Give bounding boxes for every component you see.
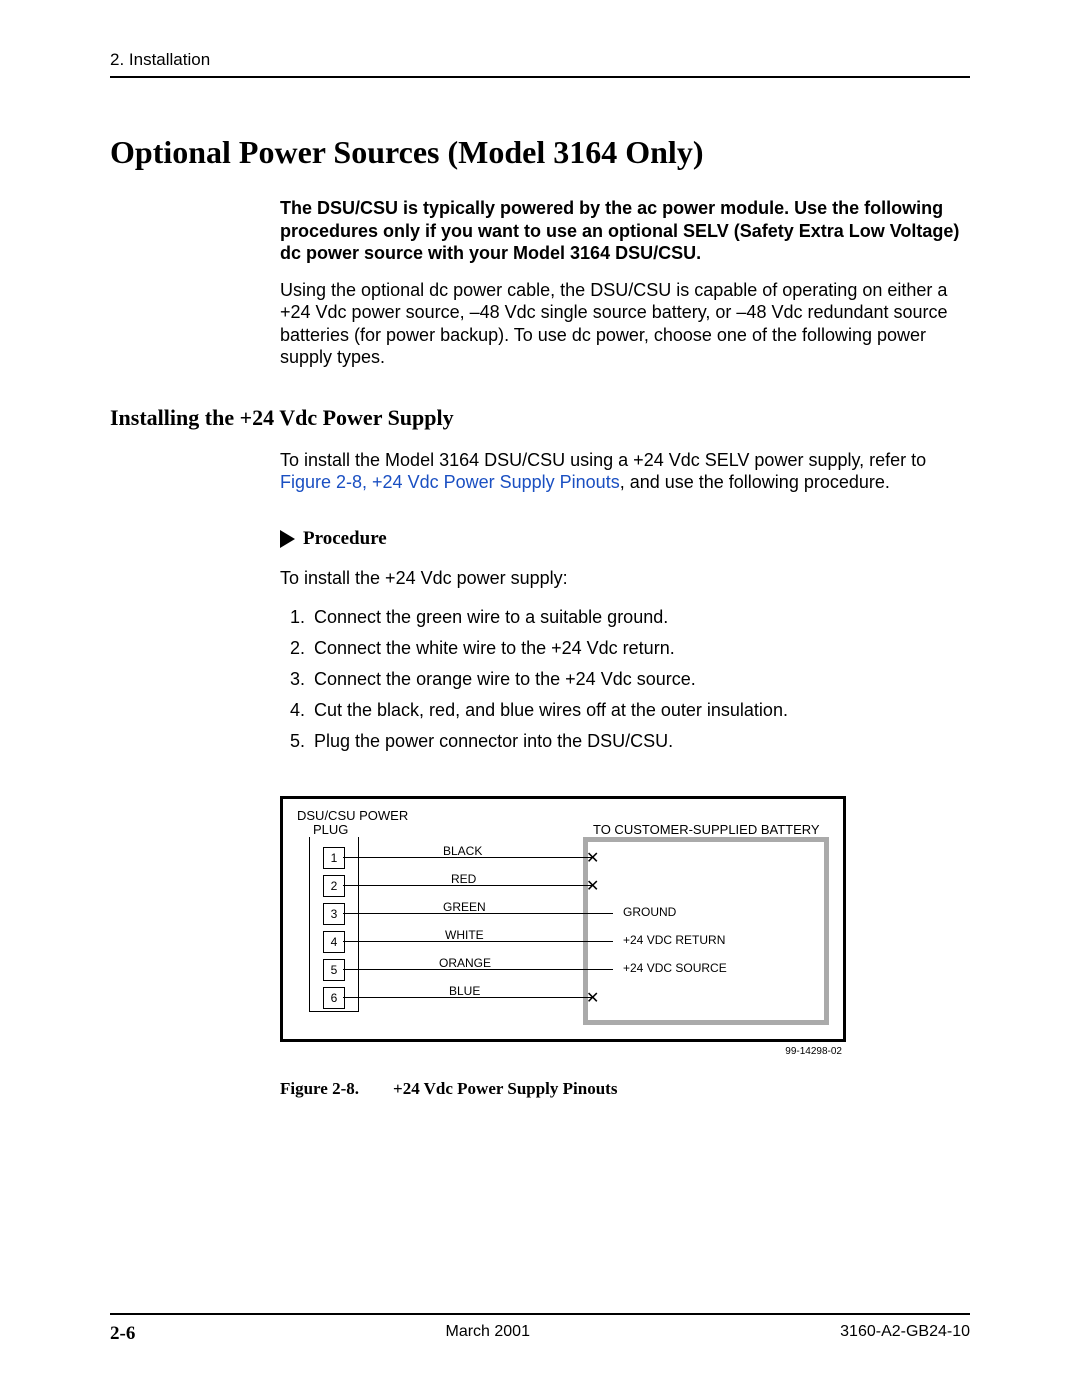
sub-intro-post: , and use the following procedure.: [620, 472, 890, 492]
page: 2. Installation Optional Power Sources (…: [0, 0, 1080, 1397]
dest-4: +24 VDC RETURN: [623, 934, 725, 947]
footer-date: March 2001: [445, 1323, 530, 1345]
footer-doc-id: 3160-A2-GB24-10: [840, 1323, 970, 1345]
pin-3: 3: [323, 903, 345, 925]
procedure-steps: Connect the green wire to a suitable gro…: [280, 607, 970, 752]
cut-mark-2: ✕: [586, 876, 599, 896]
step-1: Connect the green wire to a suitable gro…: [310, 607, 970, 628]
wire-label-1: BLACK: [443, 845, 482, 858]
figure-link[interactable]: Figure 2-8, +24 Vdc Power Supply Pinouts: [280, 472, 620, 492]
sub-intro-pre: To install the Model 3164 DSU/CSU using …: [280, 450, 926, 470]
step-4: Cut the black, red, and blue wires off a…: [310, 700, 970, 721]
triangle-right-icon: [280, 530, 295, 548]
figure-caption: Figure 2-8. +24 Vdc Power Supply Pinouts: [280, 1079, 970, 1099]
battery-title: TO CUSTOMER-SUPPLIED BATTERY: [593, 823, 820, 837]
drawing-number: 99-14298-02: [282, 1046, 842, 1057]
step-2: Connect the white wire to the +24 Vdc re…: [310, 638, 970, 659]
pin-6: 6: [323, 987, 345, 1009]
figure-title: +24 Vdc Power Supply Pinouts: [393, 1079, 617, 1098]
header-rule: [110, 76, 970, 78]
figure-number: Figure 2-8.: [280, 1079, 359, 1098]
wire-label-5: ORANGE: [439, 957, 491, 970]
procedure-heading-row: Procedure: [280, 528, 970, 550]
wire-label-2: RED: [451, 873, 476, 886]
plug-title-a: DSU/CSU POWER: [297, 809, 408, 823]
step-3: Connect the orange wire to the +24 Vdc s…: [310, 669, 970, 690]
page-number: 2-6: [110, 1323, 135, 1345]
intro-block: The DSU/CSU is typically powered by the …: [280, 197, 970, 369]
battery-box: [583, 837, 829, 1025]
cut-mark-6: ✕: [586, 988, 599, 1008]
running-header: 2. Installation: [110, 50, 970, 70]
wire-label-6: BLUE: [449, 985, 480, 998]
subsection-intro: To install the Model 3164 DSU/CSU using …: [280, 449, 970, 494]
pin-2: 2: [323, 875, 345, 897]
subsection-title: Installing the +24 Vdc Power Supply: [110, 405, 970, 431]
wire-label-3: GREEN: [443, 901, 486, 914]
pin-4: 4: [323, 931, 345, 953]
dest-5: +24 VDC SOURCE: [623, 962, 727, 975]
figure-wrap: DSU/CSU POWER PLUG TO CUSTOMER-SUPPLIED …: [280, 796, 970, 1099]
step-5: Plug the power connector into the DSU/CS…: [310, 731, 970, 752]
procedure-intro: To install the +24 Vdc power supply:: [280, 568, 970, 589]
pin-1: 1: [323, 847, 345, 869]
plug-title-b: PLUG: [313, 823, 348, 837]
wire-label-4: WHITE: [445, 929, 484, 942]
intro-body-paragraph: Using the optional dc power cable, the D…: [280, 279, 970, 369]
page-footer: 2-6 March 2001 3160-A2-GB24-10: [110, 1313, 970, 1345]
pin-5: 5: [323, 959, 345, 981]
dest-3: GROUND: [623, 906, 676, 919]
section-title: Optional Power Sources (Model 3164 Only): [110, 134, 970, 171]
procedure-label: Procedure: [303, 528, 387, 550]
intro-bold-paragraph: The DSU/CSU is typically powered by the …: [280, 197, 970, 265]
pinout-diagram: DSU/CSU POWER PLUG TO CUSTOMER-SUPPLIED …: [280, 796, 846, 1042]
cut-mark-1: ✕: [586, 848, 599, 868]
